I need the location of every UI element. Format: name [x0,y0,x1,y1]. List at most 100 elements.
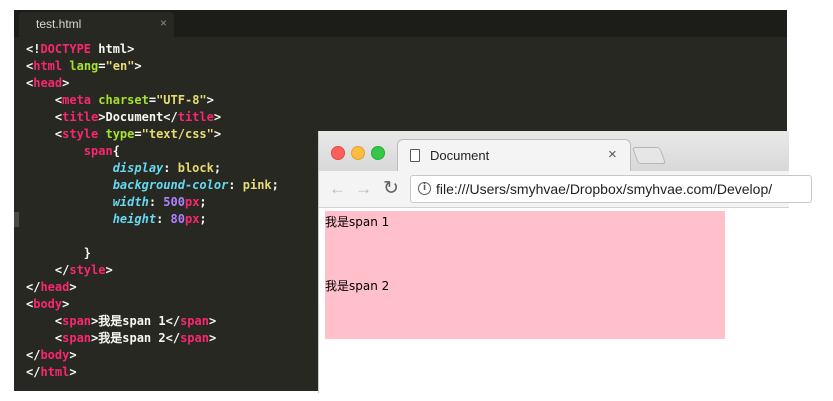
code-token: span [83,144,113,158]
browser-toolbar: ← → ↻ i file:///Users/smyhvae/Dropbox/sm… [319,171,812,208]
code-token: >我是span 2</ [91,331,181,345]
code-token: </ [26,348,41,362]
back-arrow-icon[interactable]: ← [329,179,346,199]
code-token: body [40,348,70,362]
code-token: { [112,144,120,158]
code-token: > [208,331,217,345]
code-token: html [33,59,63,73]
tab-title: Document [430,148,490,163]
code-line: </style> [26,262,279,279]
code-token: = [98,59,106,73]
code-line: <span>我是span 2</span> [26,330,279,347]
span-2-text: 我是span 2 [325,279,390,293]
code-token: head [33,76,63,90]
code-area[interactable]: <!DOCTYPE html> <html lang="en"> <head> <m… [26,41,279,381]
code-line: span{ [26,143,279,160]
code-line: </html> [26,364,279,381]
code-token: <! [26,42,41,56]
code-token: ; [199,212,207,226]
code-token: px [184,195,200,209]
code-line: display: block; [26,160,279,177]
tab-document[interactable]: Document × [397,139,631,172]
code-line: <span>我是span 1</span> [26,313,279,330]
url-text[interactable]: file:///Users/smyhvae/Dropbox/smyhvae.co… [436,181,772,197]
code-token: : [228,178,243,192]
editor-tab-test-html[interactable]: test.html × [19,12,174,37]
code-token: lang [69,59,99,73]
code-token: = [134,127,142,141]
window-close-button[interactable] [331,146,345,160]
code-token: : [163,161,178,175]
code-token: >Document</ [98,110,178,124]
code-token: > [206,93,214,107]
code-line: background-color: pink; [26,177,279,194]
code-token: head [40,280,70,294]
page-viewport: 我是span 1 我是span 2 [319,208,789,393]
code-token: "UTF-8" [156,93,207,107]
reload-icon[interactable]: ↻ [383,177,399,200]
code-token: title [177,110,214,124]
code-token: > [69,365,77,379]
code-token: > [213,127,222,141]
code-token: </ [26,365,41,379]
span-block-1: 我是span 1 [325,211,725,275]
span-1-text: 我是span 1 [325,215,390,229]
code-token: height [112,212,157,226]
code-token: > [62,76,70,90]
code-line: <html lang="en"> [26,58,279,75]
address-bar[interactable]: i file:///Users/smyhvae/Dropbox/smyhvae.… [410,175,812,203]
code-token: html> [91,42,135,56]
window-minimize-button[interactable] [351,146,365,160]
code-token: : [148,195,164,209]
code-token: > [69,348,77,362]
code-token: html [40,365,70,379]
code-token: type [105,127,135,141]
code-line: <!DOCTYPE html> [26,41,279,58]
code-line: </body> [26,347,279,364]
code-token: 500 [163,195,185,209]
code-token: span [62,331,92,345]
code-token: < [26,93,63,107]
close-icon[interactable]: × [160,16,167,30]
window-zoom-button[interactable] [371,146,385,160]
code-token: > [134,59,142,73]
document-icon [410,149,420,162]
code-token: "en" [105,59,135,73]
info-icon[interactable]: i [418,182,431,195]
code-token: >我是span 1</ [91,314,181,328]
editor-tab-bar: test.html × [14,10,787,37]
code-token: span [62,314,92,328]
browser-window: Document × ← → ↻ i file:///Users/smyhvae… [318,131,812,393]
code-token: </ [26,280,41,294]
code-token: : [156,212,171,226]
span-block-2: 我是span 2 [325,275,725,339]
code-token: < [26,127,63,141]
code-token: } [26,246,92,260]
code-token: title [62,110,99,124]
code-token: meta [62,93,92,107]
code-line: <head> [26,75,279,92]
code-token: span [180,331,209,345]
code-token: 80 [170,212,185,226]
code-token: pink [242,178,272,192]
new-tab-button[interactable] [631,147,667,164]
code-token: < [26,110,63,124]
gutter-marker [14,212,19,227]
code-token: style [69,263,106,277]
code-token: ; [213,161,222,175]
code-token: charset [98,93,149,107]
code-line: <style type="text/css"> [26,126,279,143]
code-line: <body> [26,296,279,313]
code-line: <title>Document</title> [26,109,279,126]
code-token: > [105,263,113,277]
close-icon[interactable]: × [608,146,617,163]
code-token: body [33,297,63,311]
forward-arrow-icon[interactable]: → [355,179,372,199]
code-token: ; [199,195,207,209]
code-token: "text/css" [141,127,214,141]
code-token: style [62,127,99,141]
